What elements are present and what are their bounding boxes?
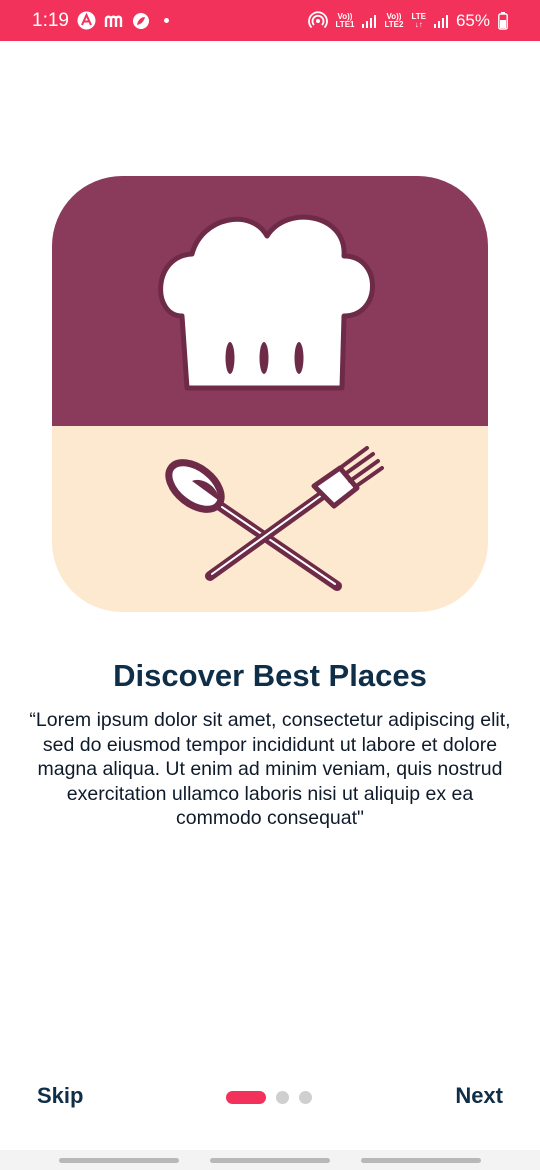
page-indicator bbox=[226, 1091, 312, 1104]
next-button[interactable]: Next bbox=[455, 1083, 503, 1109]
leaf-icon bbox=[132, 12, 150, 30]
signal-sim1-icon bbox=[362, 13, 377, 29]
signal-sim2-icon bbox=[433, 13, 448, 29]
page-dot-2[interactable] bbox=[276, 1091, 289, 1104]
battery-percent: 65% bbox=[455, 10, 490, 30]
hotspot-icon bbox=[307, 10, 328, 31]
app-a-icon bbox=[77, 11, 96, 30]
nav-recents-handle[interactable] bbox=[59, 1158, 179, 1163]
system-nav-bar bbox=[0, 1150, 540, 1170]
chef-logo-icon bbox=[52, 176, 488, 612]
app-m-icon bbox=[104, 13, 124, 29]
onboarding-description: “Lorem ipsum dolor sit amet, consectetur… bbox=[29, 709, 511, 829]
sim1-label-bottom: LTE1 bbox=[335, 19, 355, 29]
nav-back-handle[interactable] bbox=[361, 1158, 481, 1163]
lte-label-text: LTE bbox=[411, 11, 426, 21]
onboarding-title: Discover Best Places bbox=[113, 658, 427, 693]
status-time: 1:19 bbox=[32, 9, 69, 31]
sim2-label-bottom: LTE2 bbox=[384, 19, 404, 29]
sim1-label: Vo)) LTE1 bbox=[335, 12, 355, 29]
status-left: 1:19 bbox=[32, 10, 169, 32]
status-right: Vo)) LTE1 Vo)) LTE2 LTE ↓↑ 65% bbox=[307, 10, 508, 31]
page-dot-1-active[interactable] bbox=[226, 1091, 266, 1104]
lte-label: LTE ↓↑ bbox=[411, 11, 426, 29]
skip-button[interactable]: Skip bbox=[37, 1083, 83, 1109]
sim2-label: Vo)) LTE2 bbox=[384, 12, 404, 29]
notification-dot-icon bbox=[163, 18, 169, 23]
nav-home-handle[interactable] bbox=[210, 1158, 330, 1163]
page-dot-3[interactable] bbox=[299, 1091, 312, 1104]
status-bar: 1:19 Vo)) LTE1 Vo)) LTE2 LTE ↓↑ 65% bbox=[0, 0, 540, 41]
battery-icon bbox=[498, 11, 508, 30]
chef-illustration bbox=[52, 176, 488, 612]
